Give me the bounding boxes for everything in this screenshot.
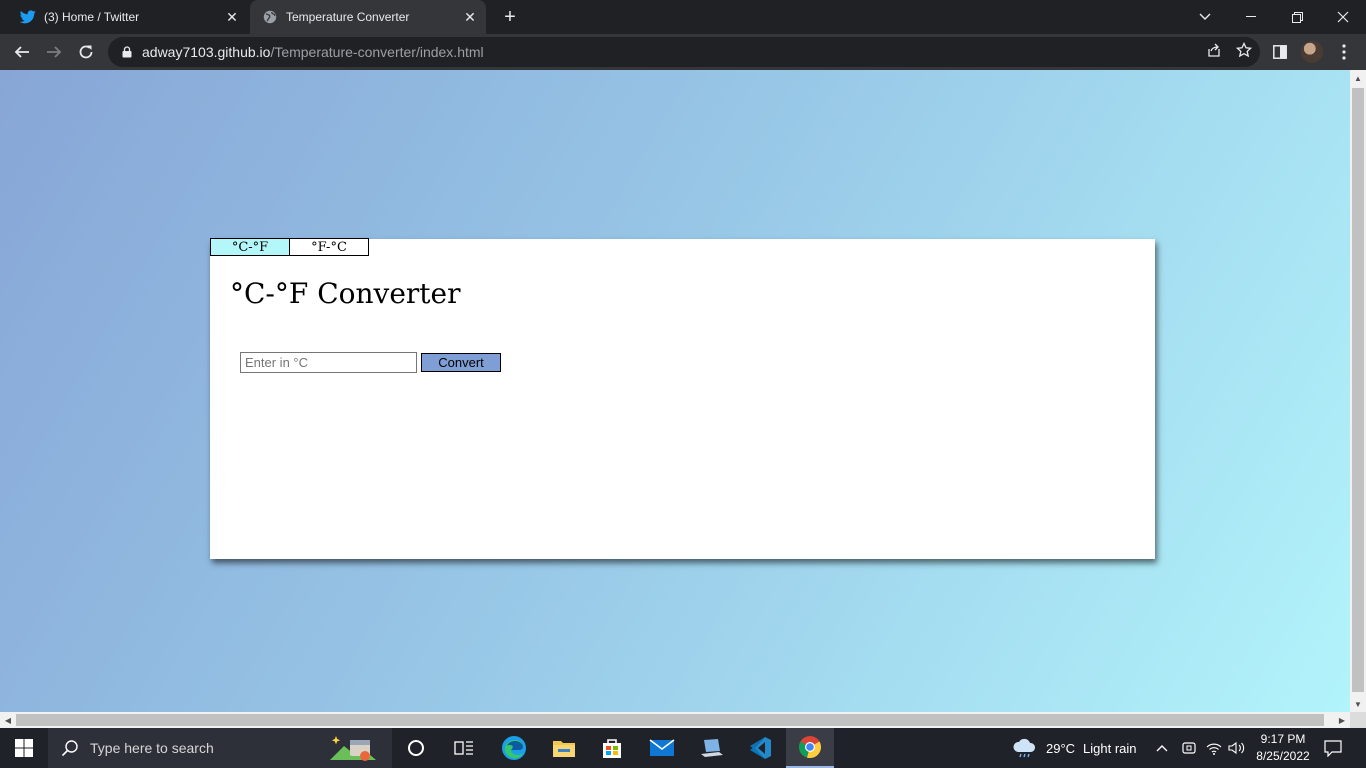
profile-avatar[interactable] (1298, 38, 1326, 66)
tab-title: (3) Home / Twitter (44, 10, 140, 24)
avatar (1301, 41, 1323, 63)
search-highlight-icon (330, 736, 376, 761)
volume-icon[interactable] (1228, 728, 1246, 768)
new-tab-button[interactable]: + (498, 6, 522, 28)
network-icon[interactable] (1206, 728, 1222, 768)
twitter-icon (20, 9, 36, 25)
scroll-right-icon[interactable]: ▶ (1334, 712, 1350, 728)
celsius-input[interactable] (240, 352, 417, 373)
windows-taskbar: Type here to search 29°C Light rain 9:17… (0, 728, 1366, 768)
bookmark-star-icon[interactable] (1235, 41, 1253, 63)
search-placeholder: Type here to search (90, 740, 214, 756)
start-button[interactable] (0, 728, 48, 768)
scroll-down-icon[interactable]: ▼ (1350, 696, 1366, 712)
url-text: adway7103.github.io/Temperature-converte… (142, 44, 484, 60)
scrollbar-corner (1350, 712, 1366, 728)
url-host: adway7103.github.io (142, 44, 271, 60)
search-icon (60, 738, 80, 758)
windows-logo-icon (15, 739, 33, 757)
lock-icon[interactable] (120, 45, 134, 59)
tab-search-chevron-icon[interactable] (1182, 0, 1228, 34)
reload-button[interactable] (72, 38, 100, 66)
tray-overflow-chevron-icon[interactable] (1156, 728, 1168, 768)
weather-temp: 29°C (1046, 740, 1076, 756)
back-button[interactable] (8, 38, 36, 66)
browser-toolbar: adway7103.github.io/Temperature-converte… (0, 34, 1366, 70)
close-tab-icon[interactable]: ✕ (222, 7, 242, 27)
browser-tab-strip: (3) Home / Twitter ✕ Temperature Convert… (0, 0, 1366, 34)
cortana-icon[interactable] (392, 728, 440, 768)
taskbar-clock[interactable]: 9:17 PM 8/25/2022 (1248, 731, 1318, 765)
task-view-icon[interactable] (440, 728, 488, 768)
weather-widget[interactable]: 29°C Light rain (1012, 728, 1137, 768)
taskbar-search-box[interactable]: Type here to search (48, 728, 392, 768)
converter-card: °C-°F °F-°C °C-°F Converter Convert (210, 238, 1155, 559)
globe-icon (262, 9, 278, 25)
edge-icon[interactable] (490, 728, 538, 768)
minimize-button[interactable] (1228, 0, 1274, 34)
vertical-scroll-thumb[interactable] (1352, 88, 1364, 692)
chrome-taskbar-icon[interactable] (786, 728, 834, 768)
clock-date: 8/25/2022 (1256, 749, 1310, 763)
convert-button[interactable]: Convert (421, 353, 501, 372)
address-bar[interactable]: adway7103.github.io/Temperature-converte… (108, 37, 1260, 67)
clock-time: 9:17 PM (1260, 732, 1306, 746)
side-panel-icon[interactable] (1266, 38, 1294, 66)
laptop-app-icon[interactable] (688, 728, 736, 768)
page-viewport: °C-°F °F-°C °C-°F Converter Convert (0, 70, 1350, 712)
horizontal-scroll-thumb[interactable] (16, 714, 1324, 726)
scroll-up-icon[interactable]: ▲ (1350, 70, 1366, 86)
vscode-icon[interactable] (736, 728, 784, 768)
scroll-left-icon[interactable]: ◀ (0, 712, 16, 728)
tab-c-to-f[interactable]: °C-°F (210, 238, 290, 256)
close-window-button[interactable] (1320, 0, 1366, 34)
url-path: /Temperature-converter/index.html (270, 44, 484, 60)
vertical-scrollbar[interactable]: ▲ ▼ (1350, 70, 1366, 712)
notifications-icon[interactable] (1324, 728, 1342, 768)
restore-button[interactable] (1274, 0, 1320, 34)
tab-twitter[interactable]: (3) Home / Twitter ✕ (8, 0, 248, 34)
close-tab-icon[interactable]: ✕ (460, 7, 480, 27)
page-title: °C-°F Converter (230, 277, 461, 310)
menu-kebab-icon[interactable] (1330, 38, 1358, 66)
horizontal-scrollbar[interactable]: ◀ ▶ (0, 712, 1350, 728)
tab-f-to-c[interactable]: °F-°C (289, 238, 369, 256)
file-explorer-icon[interactable] (540, 728, 588, 768)
cloud-rain-icon (1012, 738, 1038, 758)
weather-desc: Light rain (1083, 740, 1137, 756)
share-icon[interactable] (1206, 42, 1222, 63)
tab-title: Temperature Converter (286, 10, 410, 24)
tab-temperature-converter[interactable]: Temperature Converter ✕ (250, 0, 486, 34)
meet-now-icon[interactable] (1182, 728, 1196, 768)
microsoft-store-icon[interactable] (588, 728, 636, 768)
mail-icon[interactable] (638, 728, 686, 768)
forward-button[interactable] (40, 38, 68, 66)
